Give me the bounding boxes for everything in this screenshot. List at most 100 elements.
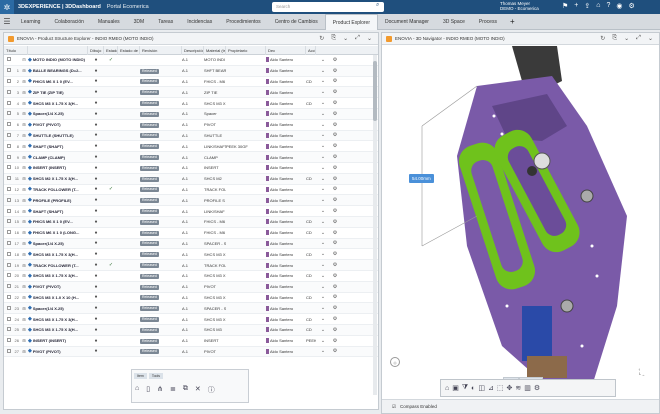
expand-icon[interactable]: ⊟ [20, 57, 28, 62]
part-title[interactable]: ◆ FHICS M6 X 1 0 (LONG... [28, 230, 88, 236]
part-title[interactable]: ◆ TRACK FOLLOWER (T... [28, 186, 88, 192]
part-title[interactable]: ◆ PIVOT (PIVOT) [28, 348, 88, 354]
maturity-cell[interactable]: Released [140, 251, 182, 258]
part-title[interactable]: ◆ PROFILE (PROFILE) [28, 197, 88, 203]
row-checkbox[interactable] [4, 219, 14, 224]
part-title[interactable]: ◆ MOTO INDIO (MOTO INDIO) [28, 57, 88, 63]
column-header[interactable]: Dibujo [88, 46, 104, 55]
table-row[interactable]: 1 ⊞ ◆ BALLE BEARINGS (D=2... ● Released A.1 SHF… [4, 65, 378, 77]
column-header[interactable]: Acciones [306, 46, 316, 55]
home-icon[interactable]: ⌂ [596, 2, 600, 10]
row-checkbox[interactable] [4, 143, 14, 149]
column-header[interactable]: Propietario [226, 46, 266, 55]
row-dropdown-icon[interactable]: ⌄ [316, 100, 330, 106]
part-title[interactable]: ◆ SHCS M3 X 1.75 X 3(H... [28, 327, 88, 333]
part-title[interactable]: ◆ SHCS M3 X 1.75 X 3(H... [28, 251, 88, 257]
maturity-cell[interactable]: Released [140, 219, 182, 225]
table-icon[interactable]: ≣ [170, 385, 176, 395]
part-title[interactable]: ◆ SHCS M3 X 1.75 X 3(H... [28, 273, 88, 279]
column-header[interactable] [28, 46, 88, 55]
row-dropdown-icon[interactable]: ⌄ [316, 240, 330, 246]
row-action-icon[interactable]: ⚙ [330, 327, 340, 333]
share-icon[interactable]: ⇪ [584, 2, 590, 10]
row-action-icon[interactable]: ⚙ [330, 338, 340, 344]
expand-icon[interactable]: ⊞ [20, 327, 28, 332]
row-action-icon[interactable]: ⚙ [330, 197, 340, 203]
row-checkbox[interactable] [4, 284, 14, 289]
row-dropdown-icon[interactable]: ⌄ [316, 230, 330, 236]
row-checkbox[interactable] [4, 240, 14, 246]
row-checkbox[interactable] [4, 230, 14, 235]
row-checkbox[interactable] [4, 122, 14, 127]
help-icon[interactable]: ? [606, 2, 610, 10]
row-checkbox[interactable] [4, 89, 14, 95]
table-row[interactable]: 11 ⊞ ◆ SHCS M2 X 1.75 X 3(H... ● Released A.1 S… [4, 173, 378, 185]
table-row[interactable]: 10 ⊞ ◆ INSERT (INSERT) ● Released A.1 INSERT Ald… [4, 163, 378, 174]
row-action-icon[interactable]: ⚙ [330, 68, 340, 74]
row-checkbox[interactable] [4, 78, 14, 84]
tab-3d-space[interactable]: 3D Space [436, 14, 472, 30]
column-header[interactable]: Material (tratamiento de superficie) [204, 46, 226, 55]
row-action-icon[interactable]: ⚙ [330, 230, 340, 236]
structure-icon[interactable]: ⧉ [183, 385, 188, 395]
maturity-cell[interactable]: Released [140, 186, 182, 193]
measure-label[interactable]: 54.00mm [409, 174, 434, 183]
cube-icon[interactable]: ▣ [452, 384, 459, 392]
part-title[interactable]: ◆ CLAMP (CLAMP) [28, 154, 88, 160]
expand-icon[interactable]: ⊞ [20, 165, 28, 170]
part-title[interactable]: ◆ TRACK FOLLOWER (T... [28, 262, 88, 268]
row-dropdown-icon[interactable]: ⌄ [316, 251, 330, 257]
row-checkbox[interactable] [4, 111, 14, 116]
expand-icon[interactable]: ⊞ [20, 230, 28, 235]
row-action-icon[interactable]: ⚙ [330, 143, 340, 149]
part-title[interactable]: ◆ Spacer(1/4 X.25) [28, 305, 88, 311]
maturity-cell[interactable]: Released [140, 240, 182, 247]
tab-3dm[interactable]: 3DM [127, 14, 152, 30]
row-dropdown-icon[interactable]: ⌄ [316, 284, 330, 290]
row-dropdown-icon[interactable]: ⌄ [316, 78, 330, 84]
row-checkbox[interactable] [4, 273, 14, 278]
tab-product-explorer[interactable]: Product Explorer [324, 13, 379, 30]
maturity-cell[interactable]: Released [140, 100, 182, 107]
row-action-icon[interactable]: ⚙ [330, 294, 340, 300]
row-checkbox[interactable] [4, 316, 14, 322]
maturity-cell[interactable]: Released [140, 284, 182, 290]
row-action-icon[interactable]: ⚙ [330, 165, 340, 171]
expand-icon[interactable]: ⊞ [20, 155, 28, 160]
collapse-icon[interactable]: ⌄ [367, 35, 372, 42]
row-dropdown-icon[interactable]: ⌄ [316, 68, 330, 74]
user-info[interactable]: Thomas Meyer DEMO - Ecomerica [500, 1, 539, 11]
expand-icon[interactable]: ⊞ [20, 90, 28, 95]
row-checkbox[interactable] [4, 305, 14, 311]
part-title[interactable]: ◆ SHCS M3 X 1.75 X 3(H... [28, 316, 88, 322]
expand-icon[interactable]: ⊞ [20, 79, 28, 84]
row-checkbox[interactable] [4, 294, 14, 300]
expand-icon[interactable]: ⊞ [20, 306, 28, 311]
compass-toggle-icon[interactable]: ☑ [392, 404, 396, 410]
table-row[interactable]: 7 ⊞ ◆ SHUTTLE (SHUTTLE) ● Released A.1 SHUTTLE A… [4, 130, 378, 142]
table-row[interactable]: 19 ⊞ ◆ TRACK FOLLOWER (T... ● ✓ Released A.1 TRA… [4, 260, 378, 271]
part-title[interactable]: ◆ SHUTTLE (SHUTTLE) [28, 132, 88, 138]
row-dropdown-icon[interactable]: ⌄ [316, 262, 330, 268]
part-title[interactable]: ◆ SHCS M2 X 1.75 X 3(H... [28, 176, 88, 182]
expand-icon[interactable]: ⊞ [20, 133, 28, 138]
settings-icon[interactable]: ⚙ [534, 384, 540, 392]
row-dropdown-icon[interactable]: ⌄ [316, 111, 330, 117]
home-icon[interactable]: ⌂ [135, 385, 139, 395]
row-action-icon[interactable]: ⚙ [330, 111, 340, 117]
table-row[interactable]: 3 ⊞ ◆ ZIP TIE (ZIP TIE) ● Released A.1 ZIP TIE A… [4, 87, 378, 99]
hide-icon[interactable]: ◐ [471, 385, 475, 392]
row-action-icon[interactable]: ⚙ [330, 57, 340, 63]
maturity-cell[interactable]: Released [140, 316, 182, 323]
table-row[interactable]: 17 ⊞ ◆ Spacer(1/4 X.25) ● Released A.1 SPACER -… [4, 238, 378, 250]
expand-icon[interactable]: ⊞ [20, 144, 28, 149]
row-checkbox[interactable] [4, 154, 14, 160]
row-checkbox[interactable] [4, 176, 14, 181]
row-action-icon[interactable]: ⚙ [330, 154, 340, 160]
column-header[interactable]: Título [4, 46, 28, 55]
row-checkbox[interactable] [4, 208, 14, 214]
add-icon[interactable]: + [574, 2, 578, 10]
tab-procedimientos[interactable]: Procedimientos [219, 14, 267, 30]
row-dropdown-icon[interactable]: ⌄ [316, 208, 330, 214]
row-dropdown-icon[interactable]: ⌄ [316, 348, 330, 354]
